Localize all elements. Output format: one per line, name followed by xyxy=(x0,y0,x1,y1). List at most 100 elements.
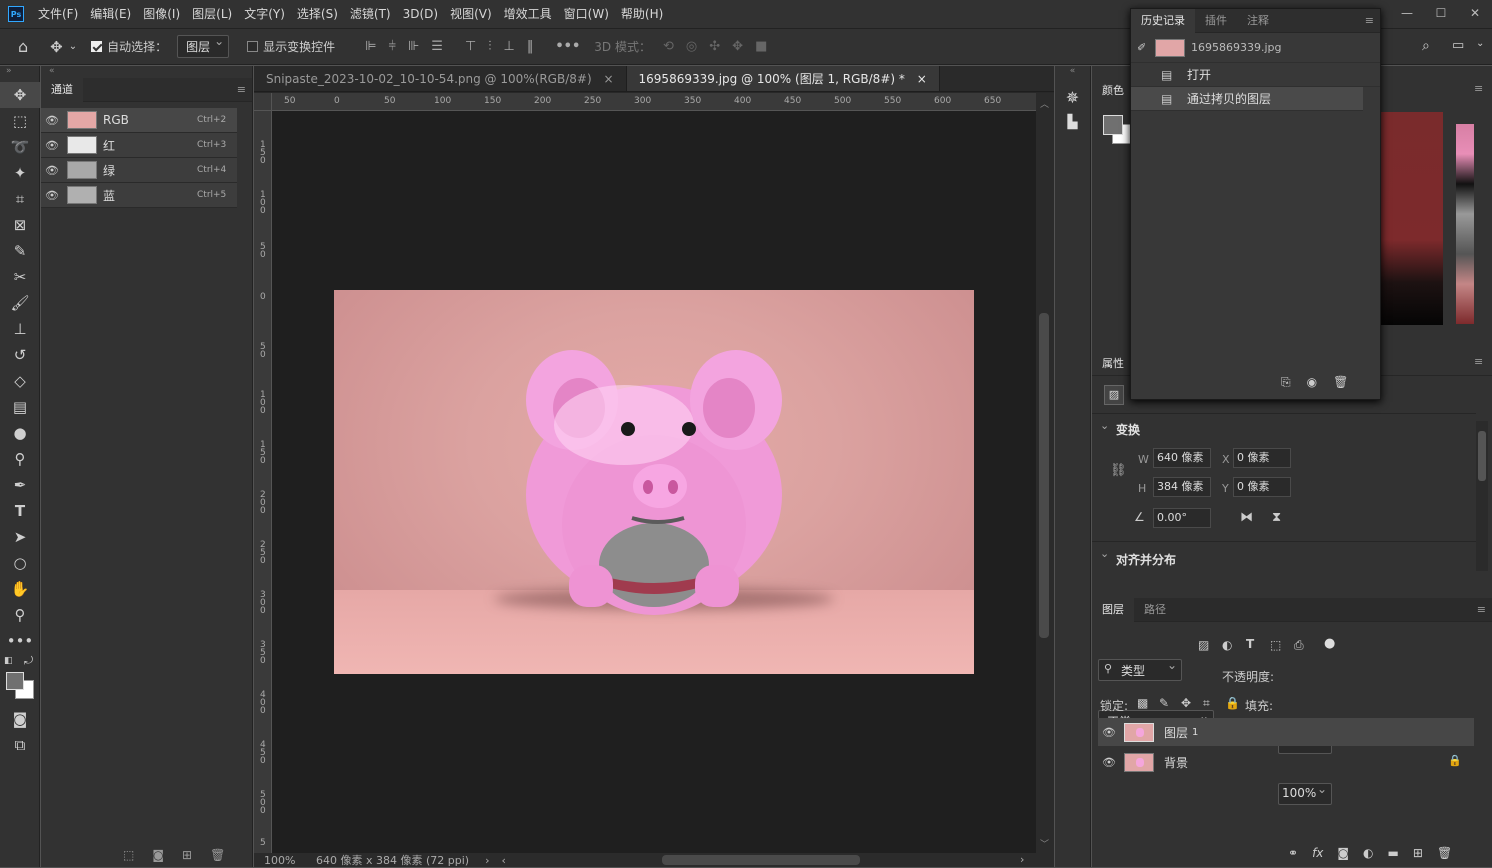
menu-window[interactable]: 窗口(W) xyxy=(558,0,615,28)
camera-icon[interactable]: ◉ xyxy=(1307,375,1317,390)
visibility-eye-icon[interactable]: 👁 xyxy=(41,164,63,177)
menu-3d[interactable]: 3D(D) xyxy=(397,0,444,28)
minimize-icon[interactable]: — xyxy=(1390,0,1424,28)
history-snapshot[interactable]: ✐ 1695869339.jpg xyxy=(1131,33,1380,63)
scroll-down-icon[interactable]: ﹀ xyxy=(1040,837,1049,850)
default-colors-icon[interactable]: ◧ xyxy=(4,656,13,666)
type-tool[interactable]: T xyxy=(0,498,40,524)
tab-history[interactable]: 历史记录 xyxy=(1131,8,1195,33)
properties-scroll-thumb[interactable] xyxy=(1478,431,1486,481)
3d-roll-icon[interactable]: ◎ xyxy=(686,39,697,54)
lock-pixels-icon[interactable]: ✎ xyxy=(1159,696,1169,710)
marquee-tool[interactable]: ⬚ xyxy=(0,108,40,134)
magic-wand-tool[interactable]: ✦ xyxy=(0,160,40,186)
move-tool[interactable]: ✥ xyxy=(0,82,40,108)
workspace-dropdown-icon[interactable]: ⌄ xyxy=(1476,38,1484,49)
channel-row-green[interactable]: 👁 绿 Ctrl+4 xyxy=(41,158,237,183)
doc-tab-close-icon[interactable]: × xyxy=(603,72,613,86)
scroll-right-icon[interactable]: › xyxy=(1020,853,1024,866)
visibility-eye-icon[interactable]: 👁 xyxy=(41,189,63,202)
collapse-icon[interactable]: » xyxy=(0,66,39,82)
channel-row-red[interactable]: 👁 红 Ctrl+3 xyxy=(41,133,237,158)
navigator-icon[interactable]: ✵ xyxy=(1055,88,1090,107)
adjustment-layer-icon[interactable]: ◐ xyxy=(1363,846,1373,860)
delete-state-icon[interactable]: 🗑 xyxy=(1333,375,1348,390)
menu-edit[interactable]: 编辑(E) xyxy=(84,0,137,28)
more-options-icon[interactable]: ••• xyxy=(555,39,580,54)
swap-colors-icon[interactable]: ⤾ xyxy=(24,654,33,668)
foreground-color-swatch[interactable] xyxy=(6,672,24,690)
lock-transparent-icon[interactable]: ▩ xyxy=(1137,696,1148,710)
status-more-icon[interactable]: › xyxy=(485,854,489,867)
link-icon[interactable]: ⛓ xyxy=(1110,463,1127,478)
eraser-tool[interactable]: ◇ xyxy=(0,368,40,394)
menu-help[interactable]: 帮助(H) xyxy=(615,0,669,28)
scroll-up-icon[interactable]: ︿ xyxy=(1040,97,1049,110)
move-tool-icon[interactable]: ✥ ⌄ xyxy=(50,38,77,56)
workspace-icon[interactable]: ▭ xyxy=(1452,38,1464,53)
visibility-eye-icon[interactable]: 👁 xyxy=(1098,726,1120,739)
zoom-tool[interactable]: ⚲ xyxy=(0,602,40,628)
menu-filter[interactable]: 滤镜(T) xyxy=(344,0,397,28)
home-icon[interactable]: ⌂ xyxy=(18,37,28,56)
auto-select-dropdown[interactable]: 图层 xyxy=(177,34,230,58)
collapse-channels-icon[interactable]: « xyxy=(41,66,252,78)
height-field[interactable]: 384 像素 xyxy=(1153,477,1211,497)
color-swatches[interactable]: ◧ ⤾ xyxy=(0,654,39,699)
menu-layer[interactable]: 图层(L) xyxy=(186,0,238,28)
filter-pixel-icon[interactable]: ▨ xyxy=(1198,638,1209,652)
filter-toggle-icon[interactable]: ● xyxy=(1324,636,1335,651)
menu-file[interactable]: 文件(F) xyxy=(32,0,84,28)
tab-channels[interactable]: 通道 xyxy=(41,77,83,102)
3d-drag-icon[interactable]: ✣ xyxy=(709,39,720,54)
menu-type[interactable]: 文字(Y) xyxy=(238,0,291,28)
crop-tool[interactable]: ⌗ xyxy=(0,186,40,212)
healing-tool[interactable]: ✂ xyxy=(0,264,40,290)
channel-row-blue[interactable]: 👁 蓝 Ctrl+5 xyxy=(41,183,237,208)
collapse-dock-icon[interactable]: « xyxy=(1055,66,1090,78)
show-transform-checkbox[interactable] xyxy=(247,41,259,52)
new-layer-icon[interactable]: ⊞ xyxy=(1413,846,1423,860)
3d-camera-icon[interactable]: ■ xyxy=(755,39,767,54)
history-menu-icon[interactable]: ≡ xyxy=(1365,14,1374,27)
channels-menu-icon[interactable]: ≡ xyxy=(237,83,246,96)
gradient-tool[interactable]: ▤ xyxy=(0,394,40,420)
filter-smartobject-icon[interactable]: ⎙ xyxy=(1294,638,1304,653)
chevron-down-icon[interactable]: ⌄ xyxy=(1100,419,1109,432)
auto-select-checkbox[interactable] xyxy=(91,41,103,52)
close-icon[interactable]: ✕ xyxy=(1458,0,1492,28)
new-document-from-state-icon[interactable]: ⎘ xyxy=(1281,375,1291,390)
properties-menu-icon[interactable]: ≡ xyxy=(1474,355,1483,368)
angle-field[interactable]: 0.00° xyxy=(1153,508,1211,528)
delete-channel-icon[interactable]: 🗑 xyxy=(210,848,225,862)
scroll-thumb[interactable] xyxy=(1039,313,1049,638)
screen-mode-button[interactable]: ⧉ xyxy=(0,732,40,758)
align-top-icon[interactable]: ⊤ xyxy=(465,39,476,54)
hand-tool[interactable]: ✋ xyxy=(0,576,40,602)
layers-menu-icon[interactable]: ≡ xyxy=(1477,603,1486,616)
path-select-tool[interactable]: ➤ xyxy=(0,524,40,550)
load-selection-icon[interactable]: ⬚ xyxy=(123,848,134,862)
distribute-h-icon[interactable]: ☰ xyxy=(431,39,443,54)
fx-icon[interactable]: fx xyxy=(1312,846,1323,860)
eyedropper-tool[interactable]: ✎ xyxy=(0,238,40,264)
lasso-tool[interactable]: ➰ xyxy=(0,134,40,160)
channel-row-rgb[interactable]: 👁 RGB Ctrl+2 xyxy=(41,108,237,133)
vertical-scrollbar[interactable]: ︿ ﹀ xyxy=(1036,93,1054,855)
align-left-icon[interactable]: ⊫ xyxy=(365,39,376,54)
filter-shape-icon[interactable]: ⬚ xyxy=(1270,638,1281,652)
visibility-eye-icon[interactable]: 👁 xyxy=(41,114,63,127)
filter-adjustment-icon[interactable]: ◐ xyxy=(1222,638,1232,652)
align-middle-v-icon[interactable]: ⫶ xyxy=(488,39,491,54)
width-field[interactable]: 640 像素 xyxy=(1153,448,1211,468)
menu-plugins[interactable]: 增效工具 xyxy=(498,0,558,28)
link-layers-icon[interactable]: ⚭ xyxy=(1288,846,1298,860)
flip-vertical-icon[interactable]: ⧗ xyxy=(1272,510,1281,525)
maximize-icon[interactable]: ☐ xyxy=(1424,0,1458,28)
tab-color[interactable]: 颜色 xyxy=(1102,82,1124,98)
lock-artboard-icon[interactable]: ⌗ xyxy=(1203,696,1210,711)
histogram-icon[interactable]: ▙ xyxy=(1055,115,1090,130)
tab-layers[interactable]: 图层 xyxy=(1092,597,1134,622)
blur-tool[interactable]: ● xyxy=(0,420,40,446)
color-slider[interactable] xyxy=(1456,124,1474,324)
